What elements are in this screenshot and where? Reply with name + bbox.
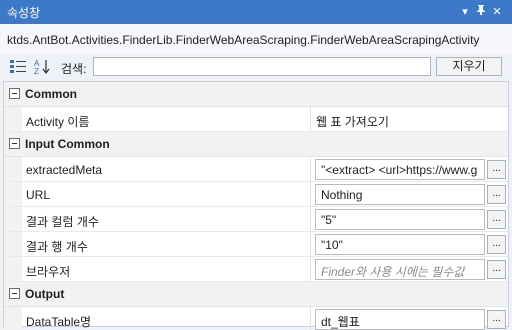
property-value-field[interactable]: "10" bbox=[315, 234, 485, 255]
property-row-result-column-count[interactable]: 결과 컬럼 개수 "5" ... bbox=[4, 207, 508, 232]
property-grid: Common Activity 이름 웹 표 가져오기 Input Common… bbox=[3, 81, 509, 330]
property-row-url[interactable]: URL Nothing ... bbox=[4, 182, 508, 207]
alphabetical-sort-icon[interactable]: A Z bbox=[33, 58, 53, 76]
property-value-field[interactable]: "5" bbox=[315, 209, 485, 230]
ellipsis-button[interactable]: ... bbox=[487, 260, 506, 279]
row-gutter bbox=[4, 232, 22, 256]
column-divider bbox=[310, 257, 311, 281]
row-gutter bbox=[4, 107, 22, 131]
column-divider bbox=[310, 157, 311, 181]
property-name: URL bbox=[26, 188, 51, 202]
search-input[interactable] bbox=[93, 57, 431, 76]
selected-type-name: ktds.AntBot.Activities.FinderLib.FinderW… bbox=[7, 33, 480, 47]
category-input-common[interactable]: Input Common bbox=[4, 132, 508, 157]
column-divider bbox=[310, 182, 311, 206]
property-row-datatable-name[interactable]: DataTable명 dt_웹표 ... bbox=[4, 307, 508, 330]
property-value-field[interactable]: Nothing bbox=[315, 184, 485, 205]
property-name: 결과 행 개수 bbox=[26, 240, 88, 254]
panel-title: 속성창 bbox=[7, 6, 41, 20]
row-gutter bbox=[4, 182, 22, 206]
property-value[interactable]: 웹 표 가져오기 bbox=[316, 113, 389, 130]
property-row-extracted-meta[interactable]: extractedMeta "<extract> <url>https://ww… bbox=[4, 157, 508, 182]
row-gutter bbox=[4, 307, 22, 330]
categorized-sort-icon[interactable] bbox=[9, 58, 29, 76]
category-common[interactable]: Common bbox=[4, 82, 508, 107]
selected-type-bar: ktds.AntBot.Activities.FinderLib.FinderW… bbox=[0, 24, 512, 54]
collapse-icon[interactable] bbox=[9, 88, 20, 99]
close-icon[interactable]: ✕ bbox=[490, 4, 504, 20]
property-value-field[interactable]: Finder와 사용 시에는 필수값 bbox=[315, 259, 485, 280]
ellipsis-button[interactable]: ... bbox=[487, 185, 506, 204]
category-label: Output bbox=[25, 287, 65, 301]
column-divider bbox=[310, 107, 311, 131]
category-label: Input Common bbox=[25, 137, 110, 151]
column-divider bbox=[310, 307, 311, 330]
ellipsis-button[interactable]: ... bbox=[487, 310, 506, 329]
category-label: Common bbox=[25, 87, 77, 101]
clear-button[interactable]: 지우기 bbox=[436, 57, 502, 76]
property-name: 브라우저 bbox=[26, 265, 71, 279]
search-label: 검색: bbox=[61, 62, 87, 76]
category-output[interactable]: Output bbox=[4, 282, 508, 307]
property-name: extractedMeta bbox=[26, 163, 103, 177]
property-name: 결과 컬럼 개수 bbox=[26, 215, 99, 229]
property-toolbar: A Z 검색: 지우기 bbox=[0, 54, 512, 80]
column-divider bbox=[310, 232, 311, 256]
property-row-activity-name[interactable]: Activity 이름 웹 표 가져오기 bbox=[4, 107, 508, 132]
property-row-browser[interactable]: 브라우저 Finder와 사용 시에는 필수값 ... bbox=[4, 257, 508, 282]
property-value-field[interactable]: dt_웹표 bbox=[315, 309, 485, 330]
property-name: Activity 이름 bbox=[26, 115, 90, 129]
collapse-icon[interactable] bbox=[9, 288, 20, 299]
row-gutter bbox=[4, 207, 22, 231]
svg-text:Z: Z bbox=[34, 67, 39, 76]
row-gutter bbox=[4, 257, 22, 281]
column-divider bbox=[310, 207, 311, 231]
panel-title-bar: 속성창 ▾ ✕ bbox=[0, 0, 512, 24]
dropdown-menu-icon[interactable]: ▾ bbox=[458, 4, 472, 20]
ellipsis-button[interactable]: ... bbox=[487, 235, 506, 254]
row-gutter bbox=[4, 157, 22, 181]
pin-icon[interactable] bbox=[474, 4, 488, 20]
collapse-icon[interactable] bbox=[9, 138, 20, 149]
property-row-result-row-count[interactable]: 결과 행 개수 "10" ... bbox=[4, 232, 508, 257]
property-name: DataTable명 bbox=[26, 315, 92, 329]
ellipsis-button[interactable]: ... bbox=[487, 210, 506, 229]
property-value-field[interactable]: "<extract> <url>https://www.g bbox=[315, 159, 485, 180]
ellipsis-button[interactable]: ... bbox=[487, 160, 506, 179]
